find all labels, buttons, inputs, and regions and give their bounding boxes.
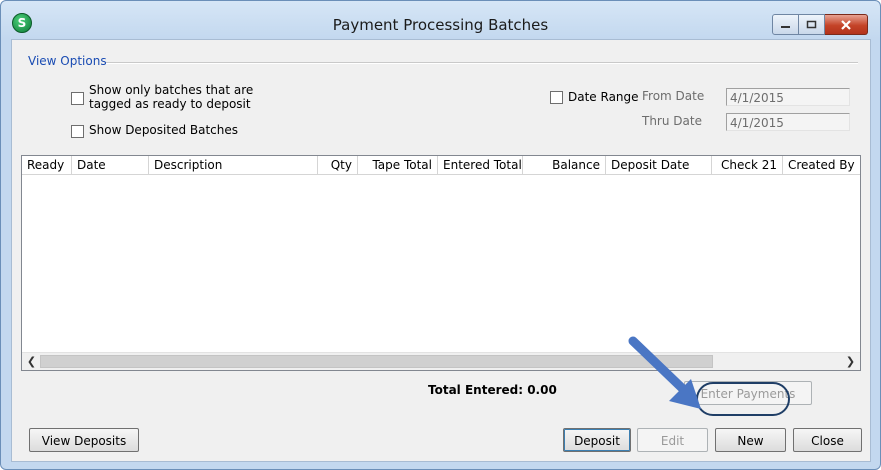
column-header-description[interactable]: Description xyxy=(149,156,318,174)
column-header-deposit-date[interactable]: Deposit Date xyxy=(606,156,712,174)
total-entered: Total Entered: 0.00 xyxy=(428,383,557,397)
edit-button[interactable]: Edit xyxy=(637,428,708,452)
group-divider xyxy=(106,62,858,64)
show-deposited-checkbox[interactable] xyxy=(71,125,84,138)
view-options-label: View Options xyxy=(28,54,107,68)
from-date-field[interactable]: 4/1/2015 xyxy=(726,88,850,106)
scroll-right-icon[interactable]: ❯ xyxy=(843,354,858,369)
deposit-button[interactable]: Deposit xyxy=(563,428,631,452)
minimize-button[interactable] xyxy=(772,14,799,35)
scrollbar-thumb[interactable] xyxy=(40,355,713,368)
column-header-created-by[interactable]: Created By xyxy=(783,156,860,174)
from-date-label: From Date xyxy=(642,89,705,103)
column-header-entered-total[interactable]: Entered Total xyxy=(438,156,523,174)
close-button[interactable]: Close xyxy=(793,428,862,452)
payment-batches-window: S Payment Processing Batches View Option… xyxy=(0,0,881,470)
annotation-arrow-icon xyxy=(628,336,701,409)
maximize-icon xyxy=(806,20,817,29)
view-deposits-button[interactable]: View Deposits xyxy=(29,428,139,452)
date-range-label: Date Range xyxy=(568,90,639,104)
window-controls xyxy=(772,14,868,35)
show-ready-label-line2: tagged as ready to deposit xyxy=(89,97,251,111)
scroll-left-icon[interactable]: ❮ xyxy=(24,354,39,369)
close-window-button[interactable] xyxy=(825,14,868,35)
minimize-icon xyxy=(781,25,790,28)
date-range-checkbox[interactable] xyxy=(550,91,563,104)
thru-date-field[interactable]: 4/1/2015 xyxy=(726,113,850,131)
batches-grid[interactable]: Ready Date Description Qty Tape Total En… xyxy=(21,155,861,371)
show-ready-label-line1: Show only batches that are xyxy=(89,83,254,97)
column-header-date[interactable]: Date xyxy=(72,156,149,174)
show-deposited-label: Show Deposited Batches xyxy=(89,123,239,137)
column-header-tape-total[interactable]: Tape Total xyxy=(358,156,438,174)
column-header-check21[interactable]: Check 21 xyxy=(712,156,783,174)
maximize-button[interactable] xyxy=(799,14,825,35)
column-header-ready[interactable]: Ready xyxy=(22,156,72,174)
close-icon xyxy=(841,19,851,30)
window-title: Payment Processing Batches xyxy=(332,16,549,34)
new-button[interactable]: New xyxy=(715,428,786,452)
horizontal-scrollbar[interactable]: ❮ ❯ xyxy=(22,352,860,370)
title-bar[interactable]: S Payment Processing Batches xyxy=(1,1,880,39)
grid-header: Ready Date Description Qty Tape Total En… xyxy=(22,156,860,175)
show-ready-checkbox[interactable] xyxy=(71,92,84,105)
column-header-balance[interactable]: Balance xyxy=(523,156,606,174)
thru-date-label: Thru Date xyxy=(642,114,702,128)
column-header-qty[interactable]: Qty xyxy=(318,156,358,174)
